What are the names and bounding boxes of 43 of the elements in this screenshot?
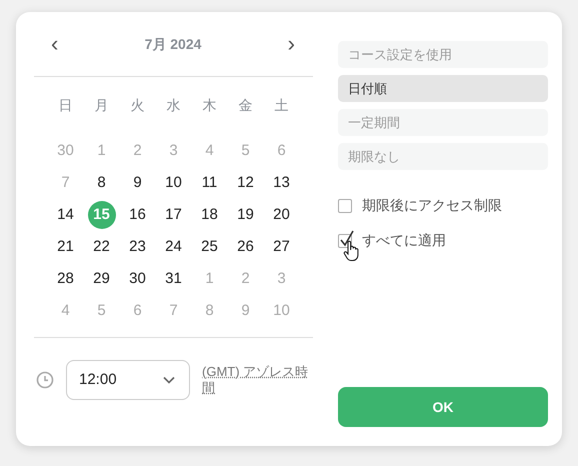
- hand-cursor-icon: [343, 240, 359, 262]
- weekday-label: 月: [94, 96, 108, 114]
- checkbox-label: 期限後にアクセス制限: [362, 196, 502, 215]
- day-button[interactable]: 16: [124, 201, 152, 229]
- weekday-label: 土: [274, 96, 288, 114]
- checkbox-label: すべてに適用: [362, 231, 446, 250]
- day-button[interactable]: 8: [88, 169, 116, 197]
- day-button[interactable]: 17: [160, 201, 188, 229]
- day-button[interactable]: 25: [196, 233, 224, 261]
- day-button[interactable]: 22: [88, 233, 116, 261]
- option-item[interactable]: 日付順: [338, 75, 548, 102]
- weekday-label: 水: [166, 96, 180, 114]
- day-button[interactable]: 29: [88, 265, 116, 293]
- chevron-down-icon: [163, 376, 175, 384]
- day-button[interactable]: 18: [196, 201, 224, 229]
- previous-month-button[interactable]: ‹: [47, 33, 62, 55]
- day-button[interactable]: 31: [160, 265, 188, 293]
- day-button[interactable]: 9: [124, 169, 152, 197]
- clock-icon: [36, 371, 54, 389]
- day-button[interactable]: 30: [124, 265, 152, 293]
- day-button[interactable]: 13: [268, 169, 296, 197]
- weekday-label: 金: [238, 96, 252, 114]
- day-button[interactable]: 10: [160, 169, 188, 197]
- day-button[interactable]: 21: [52, 233, 80, 261]
- next-month-button[interactable]: ›: [284, 33, 299, 55]
- weekday-label: 木: [202, 96, 216, 114]
- day-button[interactable]: 20: [268, 201, 296, 229]
- weekday-label: 火: [130, 96, 144, 114]
- time-value: 12:00: [79, 370, 117, 390]
- day-button[interactable]: 12: [232, 169, 260, 197]
- day-button[interactable]: 19: [232, 201, 260, 229]
- day-button[interactable]: 14: [52, 201, 80, 229]
- day-button[interactable]: 27: [268, 233, 296, 261]
- day-button[interactable]: 28: [52, 265, 80, 293]
- checkbox[interactable]: [338, 198, 352, 212]
- month-title: 7月 2024: [144, 34, 202, 54]
- day-button[interactable]: 24: [160, 233, 188, 261]
- day-button[interactable]: 11: [196, 169, 224, 197]
- day-button[interactable]: 26: [232, 233, 260, 261]
- day-button[interactable]: 23: [124, 233, 152, 261]
- weekday-label: 日: [58, 96, 72, 114]
- time-select[interactable]: 12:00: [66, 360, 190, 400]
- timezone-link[interactable]: (GMT) アゾレス時間: [202, 364, 312, 396]
